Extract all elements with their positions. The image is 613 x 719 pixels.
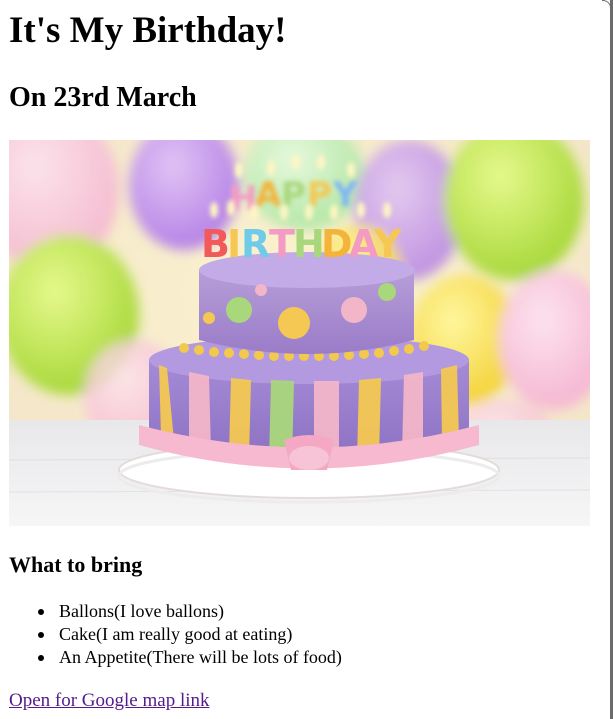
svg-text:R: R xyxy=(241,222,270,266)
bullet-icon xyxy=(38,655,44,661)
bullet-icon xyxy=(38,609,44,615)
svg-text:B: B xyxy=(201,222,230,266)
page-title: It's My Birthday! xyxy=(9,10,287,51)
svg-text:Y: Y xyxy=(373,222,402,266)
list-item-text: Cake(I am really good at eating) xyxy=(59,624,293,644)
date-heading: On 23rd March xyxy=(9,82,197,113)
google-map-link[interactable]: Open for Google map link xyxy=(9,688,210,714)
svg-text:D: D xyxy=(321,222,353,266)
list-item-text: An Appetite(There will be lots of food) xyxy=(59,647,342,667)
bring-list: Ballons(I love ballons) Cake(I am really… xyxy=(9,600,342,669)
svg-text:T: T xyxy=(269,222,295,266)
what-to-bring-heading: What to bring xyxy=(9,552,143,577)
list-item: Ballons(I love ballons) xyxy=(38,600,342,623)
birthday-cake-image: H A P P Y B I R T H D A Y xyxy=(9,140,590,526)
bullet-icon xyxy=(38,632,44,638)
list-item-text: Ballons(I love ballons) xyxy=(59,601,224,621)
svg-text:I: I xyxy=(227,222,241,266)
svg-text:A: A xyxy=(255,175,282,215)
list-item: Cake(I am really good at eating) xyxy=(38,623,342,646)
list-item: An Appetite(There will be lots of food) xyxy=(38,646,342,669)
